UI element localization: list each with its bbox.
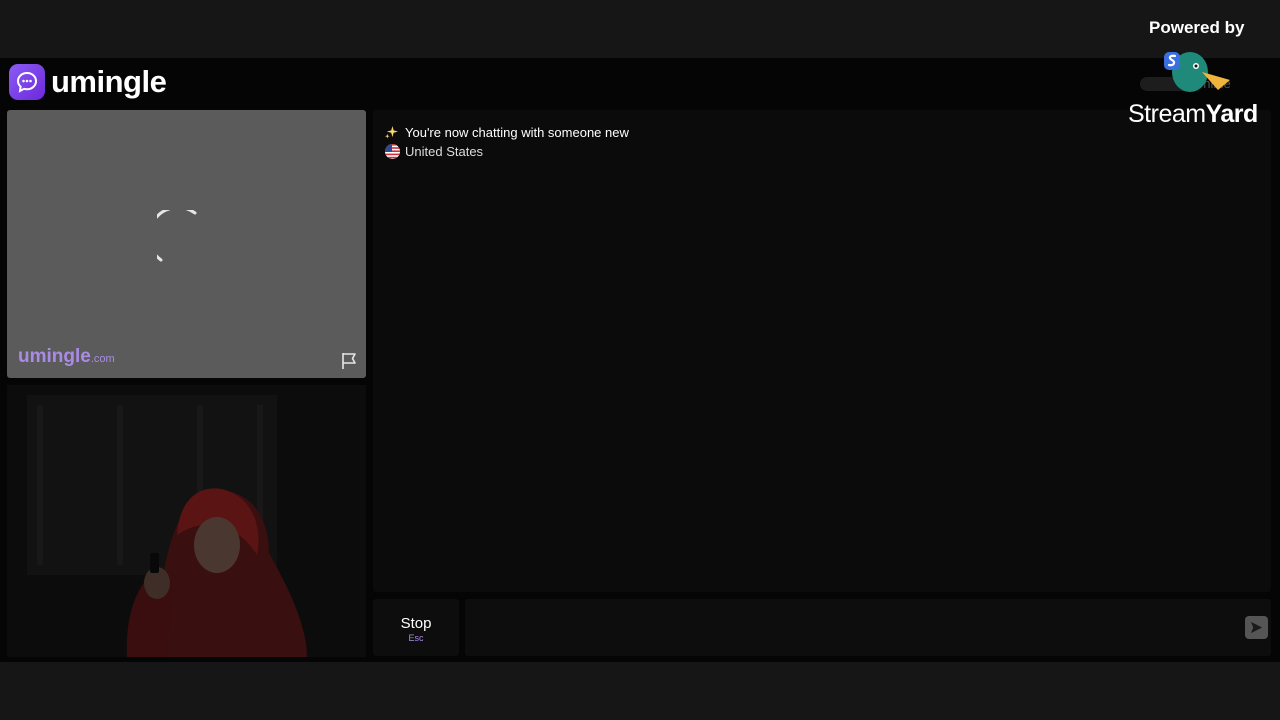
streamyard-wordmark-part1: Stream xyxy=(1128,100,1206,128)
streamyard-wordmark: StreamYard xyxy=(1128,100,1258,129)
message-input[interactable] xyxy=(465,599,1271,656)
stop-shortcut-hint: Esc xyxy=(408,633,424,643)
country-name: United States xyxy=(405,144,484,159)
sparkles-icon xyxy=(385,126,398,139)
camera-feed-image xyxy=(7,385,366,657)
watermark-tld: .com xyxy=(90,353,115,365)
chat-bubble-icon xyxy=(9,64,45,100)
app-name: umingle xyxy=(51,64,167,99)
system-message: You're now chatting with someone new xyxy=(385,125,629,140)
umingle-app: umingle online umingle.com xyxy=(0,58,1280,662)
powered-by-label: Powered by xyxy=(1149,18,1245,37)
watermark-name: umingle xyxy=(18,346,91,367)
top-letterbox xyxy=(0,0,1280,58)
stop-button[interactable]: Stop Esc xyxy=(373,599,459,656)
partner-country: United States xyxy=(385,144,483,159)
streamyard-duck-icon xyxy=(1164,52,1230,92)
chat-messages-panel: You're now chatting with someone new Uni… xyxy=(373,110,1271,592)
brand-header[interactable]: umingle xyxy=(9,64,167,100)
partner-video: umingle.com xyxy=(7,110,366,378)
send-icon xyxy=(1250,621,1263,634)
send-button[interactable] xyxy=(1245,616,1268,639)
report-flag-icon[interactable] xyxy=(339,351,359,371)
us-flag-icon xyxy=(385,144,400,159)
bottom-letterbox xyxy=(0,662,1280,720)
stop-button-label: Stop xyxy=(400,615,432,632)
umingle-watermark: umingle.com xyxy=(18,346,115,368)
loading-spinner-icon xyxy=(157,210,197,262)
streamyard-wordmark-part2: Yard xyxy=(1205,100,1259,128)
system-message-text: You're now chatting with someone new xyxy=(405,125,629,140)
self-camera-video xyxy=(7,385,366,657)
